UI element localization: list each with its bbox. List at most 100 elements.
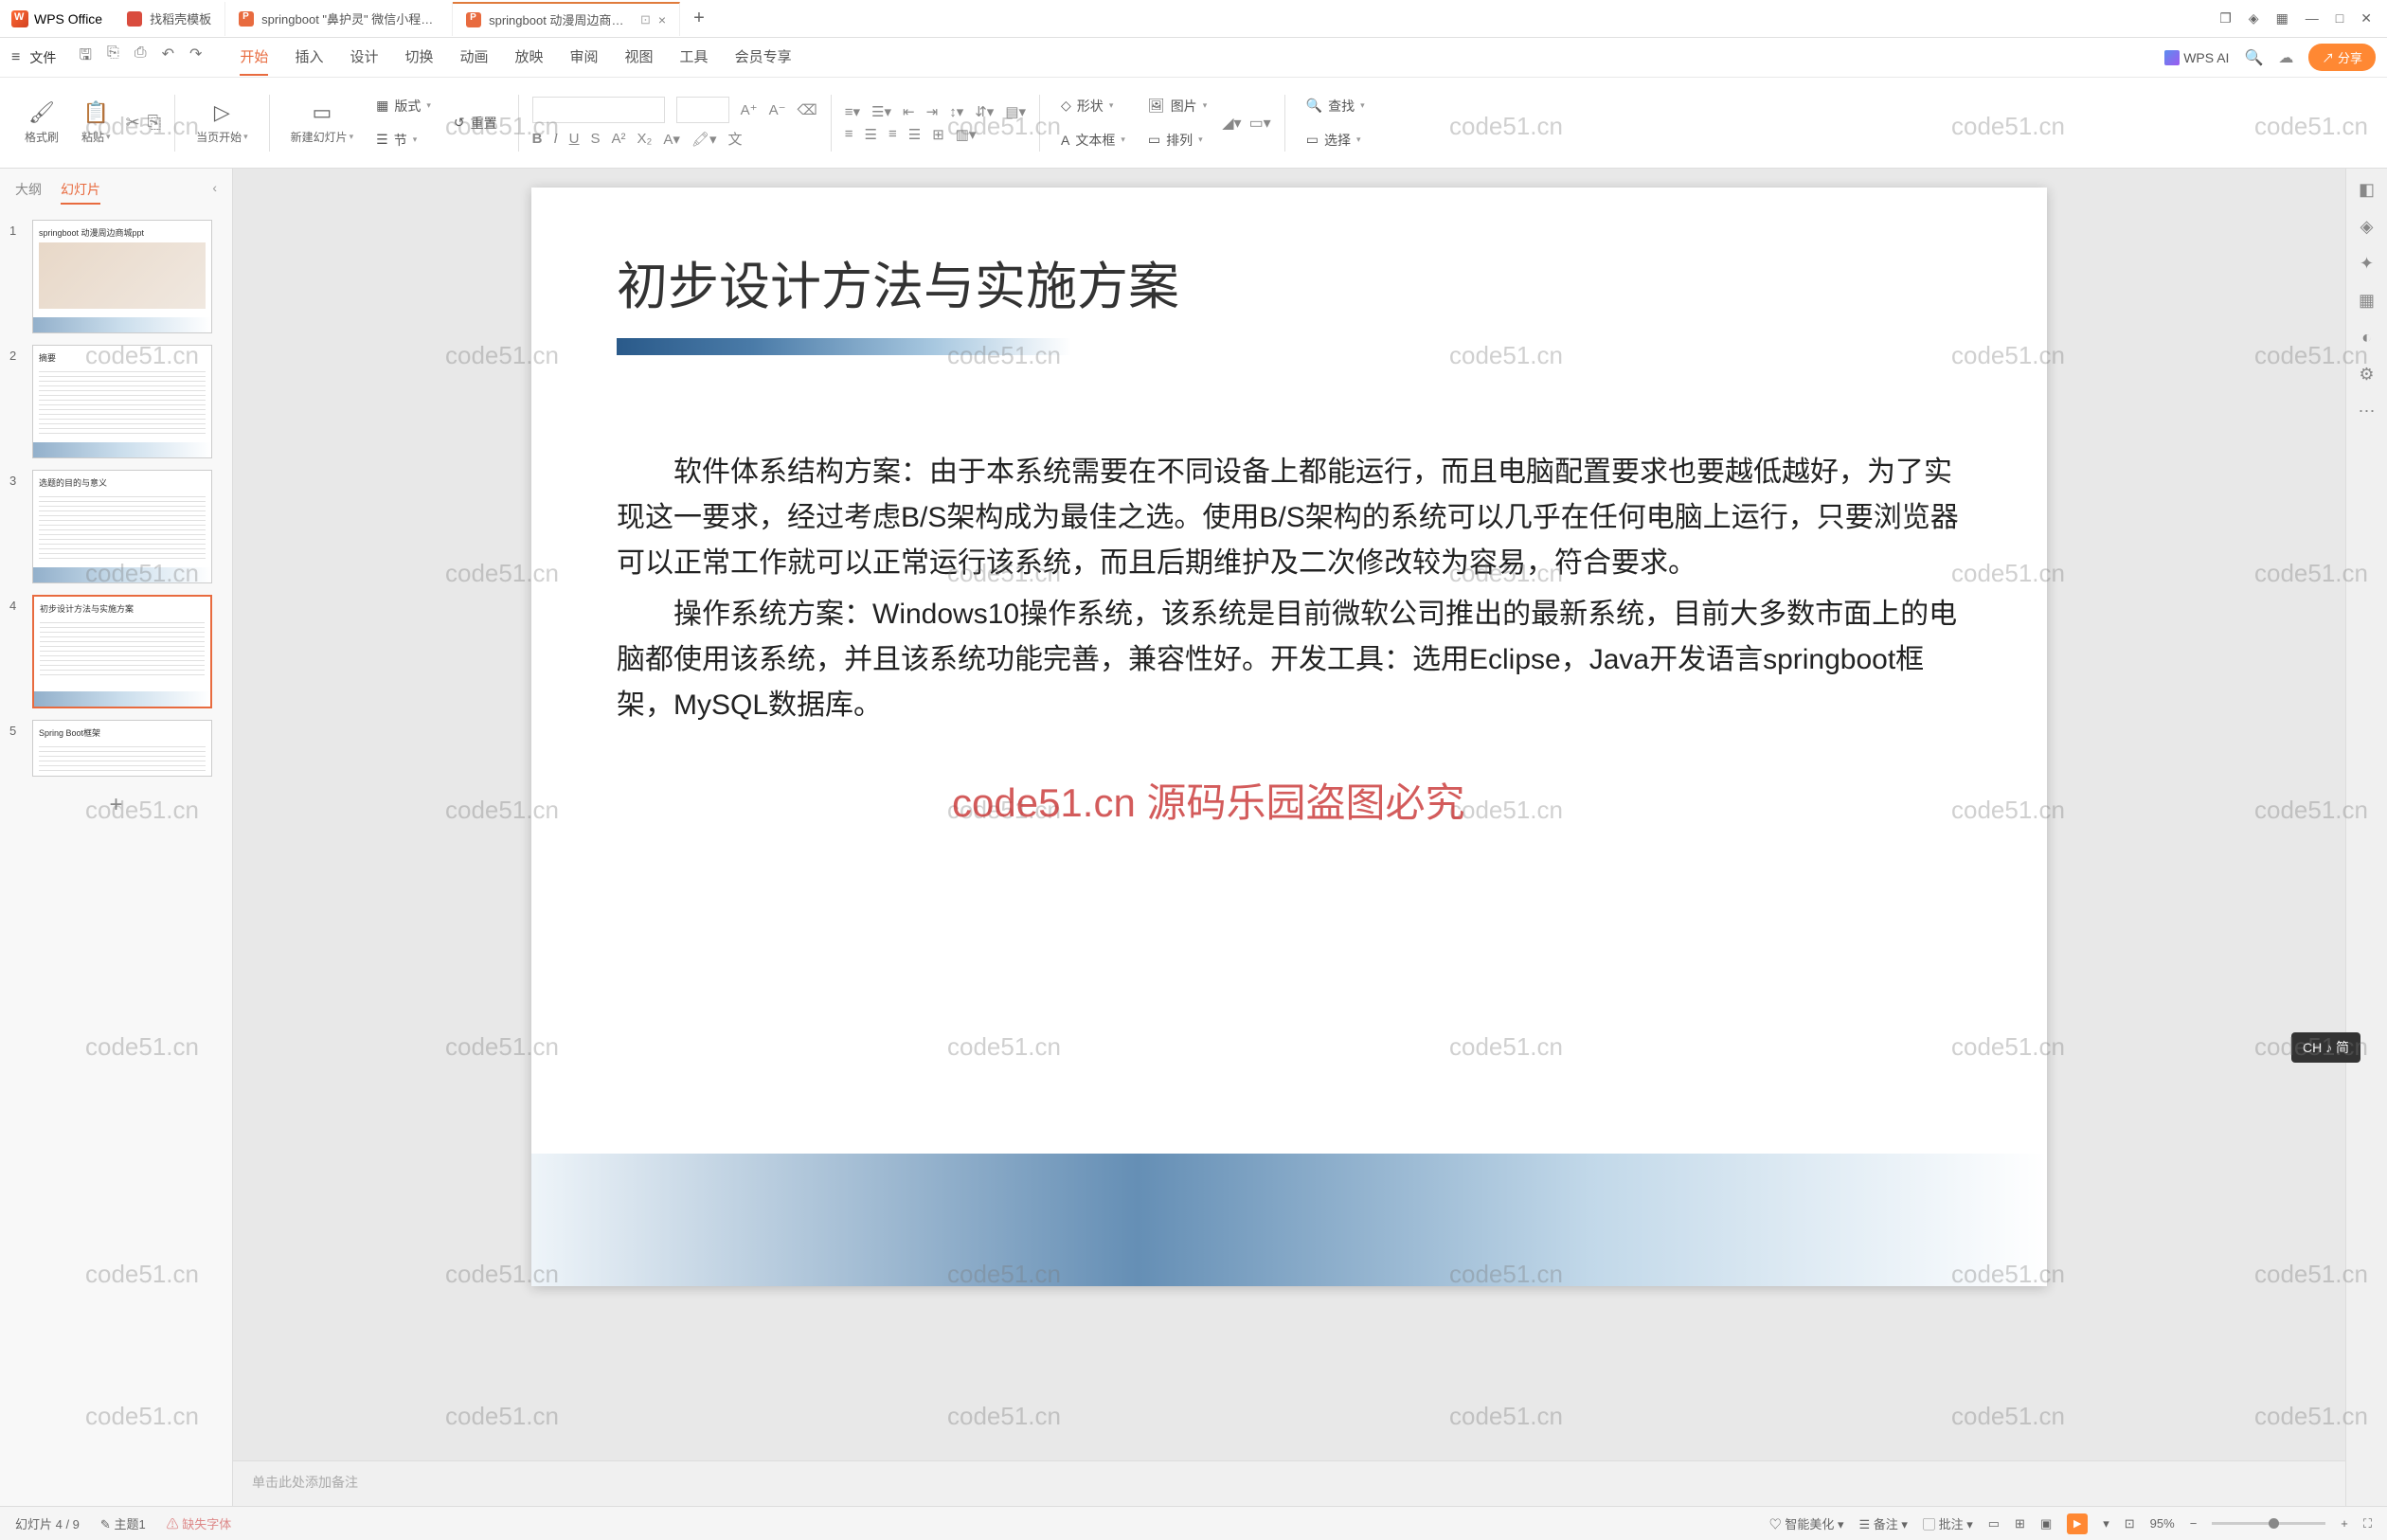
dropdown-icon[interactable]: ▾	[2103, 1516, 2109, 1531]
rail-menu-icon[interactable]: ◧	[2359, 180, 2375, 200]
thumb-4[interactable]: 4 初步设计方法与实施方案	[0, 589, 232, 714]
wen-icon[interactable]: 文	[727, 129, 742, 149]
align-left-icon[interactable]: ≡	[845, 126, 853, 142]
menu-tab-tools[interactable]: 工具	[680, 39, 709, 76]
print-icon[interactable]: ⎙	[135, 45, 147, 70]
collapse-sidebar-icon[interactable]: ‹	[212, 180, 217, 205]
picture-button[interactable]: 🖼图片▾	[1140, 93, 1214, 119]
reset-button[interactable]: ↺重置	[446, 110, 505, 136]
format-painter-button[interactable]: 🖌 格式刷	[17, 100, 66, 145]
align-center-icon[interactable]: ☰	[865, 126, 877, 143]
new-icon[interactable]: ⎘	[107, 45, 119, 70]
slideshow-button[interactable]: ▶	[2067, 1513, 2088, 1534]
italic-icon[interactable]: I	[554, 131, 558, 147]
thumb-5[interactable]: 5 Spring Boot框架	[0, 714, 232, 782]
zoom-in-icon[interactable]: +	[2341, 1516, 2348, 1531]
superscript-icon[interactable]: A²	[612, 131, 626, 147]
outline-tab[interactable]: 大纲	[15, 180, 42, 205]
rail-template-icon[interactable]: ▦	[2359, 291, 2375, 311]
menu-tab-insert[interactable]: 插入	[295, 39, 323, 76]
bold-icon[interactable]: B	[532, 131, 543, 147]
menu-tab-animation[interactable]: 动画	[459, 39, 488, 76]
reading-view-icon[interactable]: ▣	[2040, 1516, 2052, 1531]
text-direction-icon[interactable]: ⇵▾	[975, 103, 994, 120]
indent-right-icon[interactable]: ⇥	[926, 103, 939, 120]
slide-content[interactable]: 软件体系结构方案：由于本系统需要在不同设备上都能运行，而且电脑配置要求也要越低越…	[617, 450, 1962, 728]
layout-button[interactable]: ▦版式▾	[368, 93, 439, 119]
fullscreen-icon[interactable]: ⛶	[2363, 1516, 2372, 1531]
strike-icon[interactable]: S	[591, 131, 601, 147]
play-current-button[interactable]: ▷ 当页开始▾	[188, 100, 256, 145]
missing-font-label[interactable]: ⚠ 缺失字体	[167, 1514, 232, 1532]
bullets-icon[interactable]: ≡▾	[845, 103, 860, 120]
add-tab-button[interactable]: +	[680, 8, 718, 29]
file-menu[interactable]: 文件	[29, 48, 56, 67]
textbox-button[interactable]: A文本框▾	[1053, 127, 1133, 153]
numbering-icon[interactable]: ☰▾	[871, 103, 891, 120]
thumb-2[interactable]: 2 摘要	[0, 339, 232, 464]
zoom-out-icon[interactable]: −	[2190, 1516, 2198, 1531]
section-button[interactable]: ☰节▾	[368, 127, 439, 153]
wps-ai-button[interactable]: WPS AI	[2164, 50, 2229, 65]
theme-label[interactable]: ✎ 主题1	[100, 1514, 146, 1532]
normal-view-icon[interactable]: ▭	[1988, 1516, 2000, 1531]
copy-icon[interactable]: ⎘	[148, 113, 161, 133]
highlight-icon[interactable]: 🖍▾	[691, 131, 717, 148]
maximize-icon[interactable]: □	[2336, 10, 2343, 27]
thumb-1[interactable]: 1 springboot 动漫周边商城ppt	[0, 214, 232, 339]
close-icon[interactable]: ×	[658, 12, 666, 27]
menu-tab-member[interactable]: 会员专享	[735, 39, 792, 76]
fill-icon[interactable]: ◢▾	[1222, 114, 1241, 133]
align-justify-icon[interactable]: ☰	[908, 126, 921, 143]
add-slide-button[interactable]: +	[0, 782, 232, 828]
rail-style-icon[interactable]: ◈	[2360, 217, 2374, 237]
select-button[interactable]: ▭选择▾	[1299, 127, 1373, 153]
font-select[interactable]	[532, 97, 665, 123]
cut-icon[interactable]: ✂	[126, 113, 140, 133]
slide-canvas[interactable]: 初步设计方法与实施方案 软件体系结构方案：由于本系统需要在不同设备上都能运行，而…	[531, 188, 2047, 1286]
zoom-slider[interactable]	[2212, 1522, 2325, 1525]
save-icon[interactable]: 🖫	[79, 45, 92, 70]
cube-icon[interactable]: ◈	[2249, 10, 2259, 27]
rail-tools-icon[interactable]: ⚙	[2359, 365, 2374, 385]
close-window-icon[interactable]: ✕	[2360, 10, 2372, 27]
paste-button[interactable]: 📋 粘贴▾	[74, 100, 118, 145]
columns-icon[interactable]: ▥▾	[956, 126, 977, 143]
tab-templates[interactable]: 找稻壳模板	[114, 2, 225, 36]
menu-tab-view[interactable]: 视图	[625, 39, 654, 76]
decrease-font-icon[interactable]: A⁻	[769, 101, 786, 118]
shape-button[interactable]: ◇形状▾	[1053, 93, 1133, 119]
beautify-button[interactable]: ♡ 智能美化 ▾	[1769, 1514, 1844, 1532]
line-spacing-icon[interactable]: ↕▾	[949, 103, 963, 120]
indent-left-icon[interactable]: ⇤	[903, 103, 915, 120]
multi-window-icon[interactable]: ❐	[2219, 10, 2232, 27]
outline-icon[interactable]: ▭▾	[1249, 114, 1271, 133]
share-button[interactable]: ↗ 分享	[2308, 44, 2376, 71]
tab-doc-2[interactable]: springboot 动漫周边商城的 ⊡ ×	[453, 2, 680, 36]
thumb-3[interactable]: 3 选题的目的与意义	[0, 464, 232, 589]
fit-icon[interactable]: ⊡	[2125, 1516, 2135, 1531]
distribute-icon[interactable]: ⊞	[932, 126, 944, 143]
comments-toggle[interactable]: ▢ 批注 ▾	[1923, 1514, 1973, 1532]
rail-more-icon[interactable]: ⋯	[2359, 402, 2376, 421]
find-button[interactable]: 🔍查找▾	[1299, 93, 1373, 119]
notes-toggle[interactable]: ☰ 备注 ▾	[1859, 1514, 1908, 1532]
hamburger-icon[interactable]: ≡	[11, 49, 20, 66]
minimize-icon[interactable]: —	[2306, 10, 2319, 27]
arrange-button[interactable]: ▭排列▾	[1140, 127, 1214, 153]
align-text-icon[interactable]: ▤▾	[1005, 103, 1026, 120]
menu-tab-review[interactable]: 审阅	[570, 39, 599, 76]
font-size-select[interactable]	[676, 97, 729, 123]
clear-format-icon[interactable]: ⌫	[798, 101, 817, 118]
underline-icon[interactable]: U	[569, 131, 580, 147]
slides-tab[interactable]: 幻灯片	[61, 180, 100, 205]
rail-material-icon[interactable]: ◐	[2361, 328, 2372, 348]
menu-tab-start[interactable]: 开始	[240, 39, 268, 76]
undo-icon[interactable]: ↶	[162, 45, 174, 70]
menu-tab-design[interactable]: 设计	[350, 39, 378, 76]
menu-tab-slideshow[interactable]: 放映	[515, 39, 544, 76]
rail-animation-icon[interactable]: ✦	[2360, 254, 2374, 274]
menu-tab-transition[interactable]: 切换	[404, 39, 433, 76]
cloud-icon[interactable]: ☁	[2278, 48, 2293, 67]
align-right-icon[interactable]: ≡	[888, 126, 897, 142]
